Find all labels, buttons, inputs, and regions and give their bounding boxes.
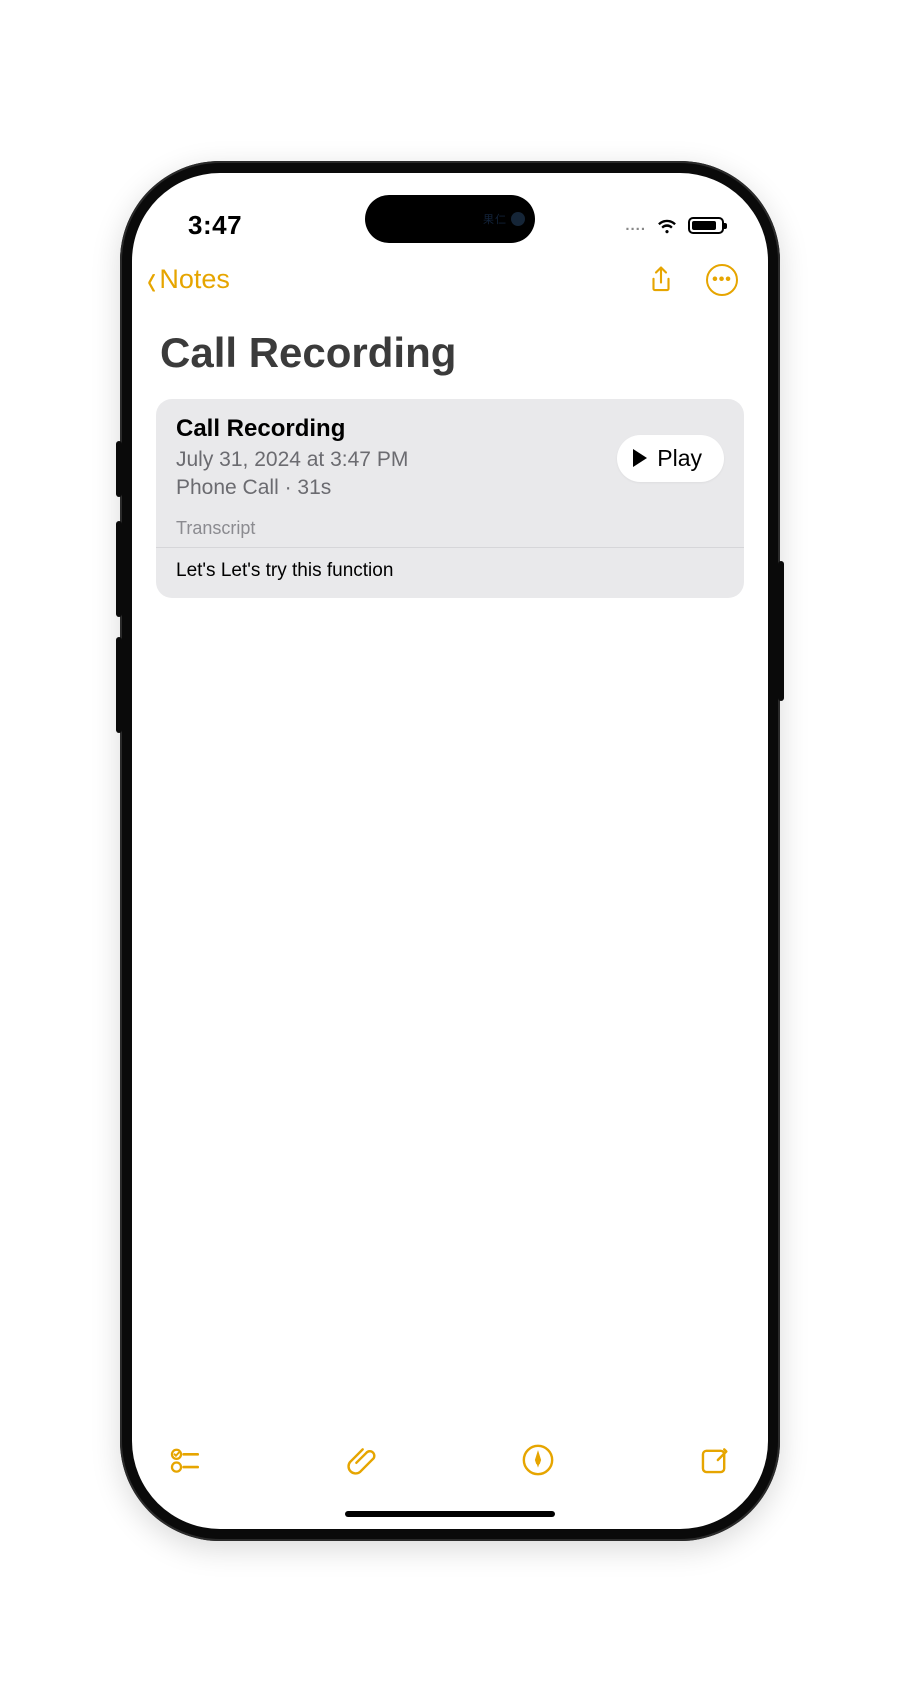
- nav-bar: ‹ Notes •••: [132, 251, 768, 309]
- dynamic-island: 果仁: [365, 195, 535, 243]
- recording-duration: Phone Call · 31s: [176, 474, 603, 502]
- power-button: [778, 561, 784, 701]
- wifi-icon: [656, 215, 678, 237]
- paperclip-icon: [345, 1443, 379, 1477]
- page-title: Call Recording: [160, 329, 740, 377]
- back-label: Notes: [159, 264, 230, 295]
- compose-button[interactable]: [696, 1441, 734, 1479]
- more-button[interactable]: •••: [706, 264, 738, 296]
- back-button[interactable]: ‹ Notes: [146, 263, 230, 297]
- transcript-label: Transcript: [156, 516, 744, 548]
- transcript-text: Let's Let's try this function: [156, 548, 744, 598]
- recording-header: Call Recording July 31, 2024 at 3:47 PM …: [156, 399, 744, 517]
- volume-down-button: [116, 637, 122, 733]
- play-icon: [633, 449, 647, 467]
- ellipsis-icon: •••: [712, 271, 732, 289]
- volume-switch: [116, 441, 122, 497]
- recording-meta: Call Recording July 31, 2024 at 3:47 PM …: [176, 415, 603, 503]
- status-time: 3:47: [188, 210, 242, 241]
- battery-fill: [692, 221, 716, 230]
- markup-button[interactable]: [519, 1441, 557, 1479]
- checklist-icon: [168, 1443, 202, 1477]
- compose-icon: [698, 1443, 732, 1477]
- nav-actions: •••: [646, 264, 738, 296]
- recording-date: July 31, 2024 at 3:47 PM: [176, 446, 603, 474]
- attachment-button[interactable]: [343, 1441, 381, 1479]
- content-area[interactable]: Call Recording Call Recording July 31, 2…: [132, 309, 768, 1429]
- chevron-left-icon: ‹: [147, 257, 156, 301]
- home-indicator[interactable]: [345, 1511, 555, 1517]
- recording-title: Call Recording: [176, 415, 603, 443]
- phone-frame: 果仁 3:47 .... ‹ Notes: [120, 161, 780, 1541]
- volume-up-button: [116, 521, 122, 617]
- island-text: 果仁: [483, 211, 507, 227]
- battery-icon: [688, 217, 724, 234]
- camera-dot-icon: [511, 212, 525, 226]
- checklist-button[interactable]: [166, 1441, 204, 1479]
- play-button[interactable]: Play: [617, 435, 724, 482]
- play-label: Play: [657, 445, 702, 472]
- recording-card: Call Recording July 31, 2024 at 3:47 PM …: [156, 399, 744, 599]
- screen: 果仁 3:47 .... ‹ Notes: [132, 173, 768, 1529]
- cellular-dots-icon: ....: [625, 217, 646, 234]
- status-right: ....: [625, 215, 724, 237]
- share-icon[interactable]: [646, 265, 676, 295]
- pen-circle-icon: [521, 1443, 555, 1477]
